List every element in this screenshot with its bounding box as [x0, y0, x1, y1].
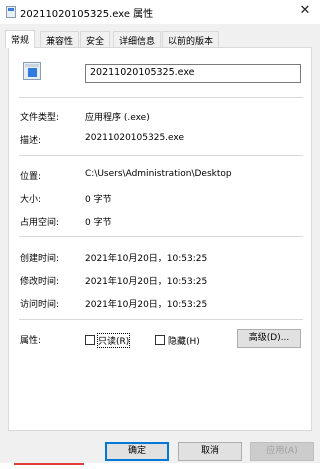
accessed-label: 访问时间:	[20, 300, 60, 310]
window-title: 20211020105325.exe 属性	[20, 9, 154, 20]
location-label: 位置:	[20, 172, 42, 182]
tab-compatibility[interactable]: 兼容性	[40, 31, 80, 47]
separator	[19, 236, 303, 237]
file-type-label: 文件类型:	[20, 113, 60, 123]
properties-dialog: 20211020105325.exe 属性 ✕ 常规 兼容性 安全 详细信息 以…	[0, 0, 320, 469]
accessed-value: 2021年10月20日，10:53:25	[85, 300, 208, 310]
tab-security[interactable]: 安全	[80, 31, 111, 47]
cancel-button[interactable]: 取消	[178, 442, 242, 461]
description-label: 描述:	[20, 136, 42, 146]
apply-button[interactable]: 应用(A)	[250, 442, 314, 461]
general-tab-panel: 20211020105325.exe 文件类型: 应用程序 (.exe) 描述:…	[8, 47, 312, 431]
hidden-checkbox[interactable]	[155, 335, 165, 345]
readonly-label[interactable]: 只读(R)	[96, 333, 131, 348]
size-value: 0 字节	[85, 195, 112, 205]
file-type-value: 应用程序 (.exe)	[85, 113, 150, 123]
tab-details[interactable]: 详细信息	[113, 31, 162, 47]
separator	[19, 97, 303, 98]
bottom-strip	[0, 463, 320, 469]
separator	[19, 155, 303, 156]
separator	[19, 319, 303, 320]
created-value: 2021年10月20日，10:53:25	[85, 254, 208, 264]
hidden-label[interactable]: 隐藏(H)	[168, 334, 200, 347]
advanced-button[interactable]: 高级(D)...	[237, 329, 301, 348]
file-properties-icon	[6, 6, 16, 18]
size-label: 大小:	[20, 195, 42, 205]
tab-previous-versions[interactable]: 以前的版本	[162, 31, 220, 47]
disk-size-label: 占用空间:	[20, 218, 60, 228]
readonly-checkbox[interactable]	[85, 335, 95, 345]
created-label: 创建时间:	[20, 254, 60, 264]
close-button[interactable]: ✕	[290, 0, 320, 24]
description-value: 20211020105325.exe	[85, 133, 184, 143]
tab-general[interactable]: 常规	[5, 30, 36, 48]
disk-size-value: 0 字节	[85, 218, 112, 228]
title-bar[interactable]: 20211020105325.exe 属性 ✕	[0, 0, 320, 24]
attributes-label: 属性:	[20, 336, 42, 346]
ok-button[interactable]: 确定	[105, 442, 169, 461]
red-underline	[14, 463, 84, 465]
modified-label: 修改时间:	[20, 277, 60, 287]
file-name-input[interactable]: 20211020105325.exe	[85, 64, 301, 83]
location-value: C:\Users\Administration\Desktop	[85, 169, 232, 179]
exe-file-icon	[23, 62, 41, 80]
modified-value: 2021年10月20日，10:53:25	[85, 277, 208, 287]
tab-strip: 常规 兼容性 安全 详细信息 以前的版本	[0, 30, 320, 48]
